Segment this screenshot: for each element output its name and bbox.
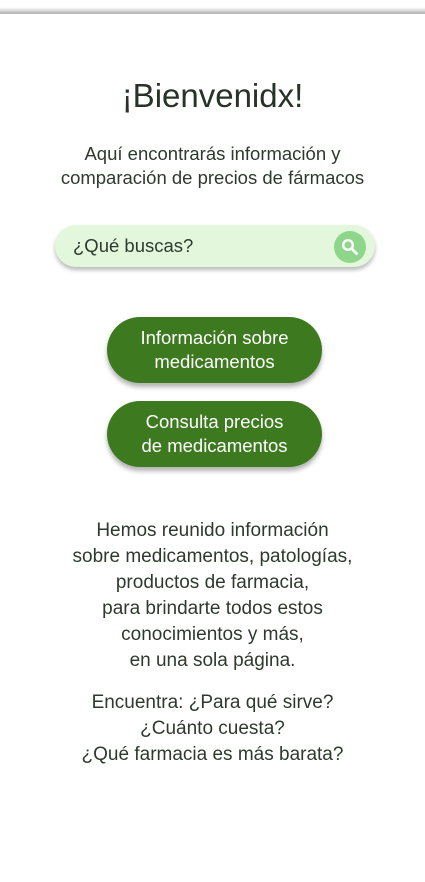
intro-line: Hemos reunido información [96, 520, 329, 541]
medication-info-label-line: Información sobre [140, 327, 289, 348]
questions-text: Encuentra: ¿Para qué sirve? ¿Cuánto cues… [20, 690, 405, 768]
medication-info-label-line: medicamentos [154, 351, 275, 372]
question-line: Encuentra: ¿Para qué sirve? [91, 692, 334, 713]
intro-line: conocimientos y más, [121, 624, 304, 645]
search-bar [55, 225, 375, 267]
intro-line: en una sola página. [129, 650, 296, 671]
price-check-label-line: de medicamentos [141, 435, 288, 456]
search-input[interactable] [73, 234, 323, 258]
page-subtitle: Aquí encontrarás información y comparaci… [30, 142, 395, 190]
intro-text: Hemos reunido información sobre medicame… [20, 518, 405, 674]
question-line: ¿Qué farmacia es más barata? [81, 744, 344, 765]
subtitle-line: Aquí encontrarás información y [84, 143, 341, 164]
price-check-label-line: Consulta precios [145, 411, 284, 432]
top-bar [0, 0, 425, 14]
page-title: ¡Bienvenidx! [121, 77, 304, 114]
subtitle-line: comparación de precios de fármacos [60, 167, 365, 188]
intro-line: productos de farmacia, [115, 572, 310, 593]
price-check-button[interactable]: Consulta precios de medicamentos [107, 401, 322, 467]
medication-info-button[interactable]: Información sobre medicamentos [107, 317, 322, 383]
intro-line: para brindarte todos estos [102, 598, 323, 619]
search-icon [341, 238, 358, 255]
intro-line: sobre medicamentos, patologías, [72, 546, 353, 567]
question-line: ¿Cuánto cuesta? [140, 718, 285, 739]
search-button[interactable] [334, 231, 366, 263]
